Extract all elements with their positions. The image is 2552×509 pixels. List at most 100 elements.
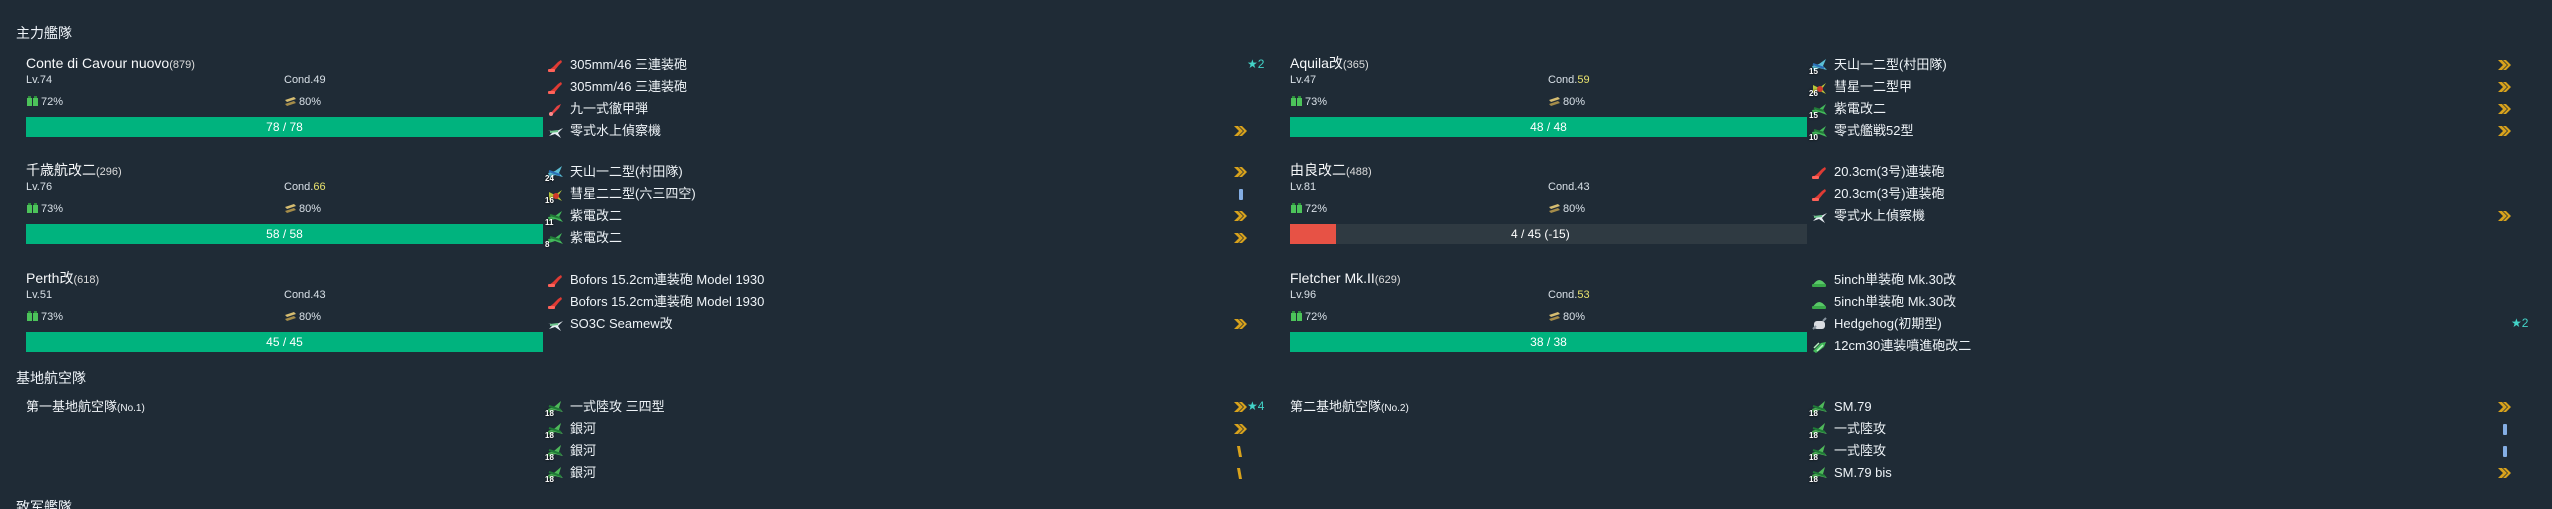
equipment-name: 5inch単装砲 Mk.30改 xyxy=(1834,272,1957,287)
ammo-percentage: 80% xyxy=(1548,310,1585,323)
ammo-value: 80% xyxy=(299,96,322,108)
equipment-name: Bofors 15.2cm連装砲 Model 1930 xyxy=(570,294,765,309)
land-base-title: 基地航空隊 xyxy=(16,370,86,386)
equipment-slot[interactable]: 18 SM.79 bis xyxy=(1809,462,2531,484)
hp-value: 48 / 48 xyxy=(1530,120,1567,134)
ship-card[interactable]: Perth改(618) Lv.51 Cond.43 73% 80% 45 / 4… xyxy=(0,269,1300,365)
hp-value: 4 / 45 (-15) xyxy=(1511,227,1570,241)
equipment-slot[interactable]: 5inch単装砲 Mk.30改 xyxy=(1811,291,2531,313)
equipment-slot[interactable]: Hedgehog(初期型) ★2 xyxy=(1811,313,2531,335)
aircraft-count: 18 xyxy=(545,475,554,484)
air-base-card[interactable]: 第二基地航空隊(No.2) 18 SM.79 18 一式陸攻 18 一式陸攻 1… xyxy=(1264,396,2552,488)
equipment-slot[interactable]: 10 零式艦戦52型 xyxy=(1809,120,2531,142)
fuel-percentage: 73% xyxy=(1290,95,1327,108)
equipment-slot[interactable]: 18 銀河 xyxy=(545,462,1267,484)
fuel-value: 72% xyxy=(41,96,64,108)
equipment-slot[interactable]: 5inch単装砲 Mk.30改 xyxy=(1811,269,2531,291)
equipment-slot[interactable]: Bofors 15.2cm連装砲 Model 1930 xyxy=(547,291,1267,313)
hp-bar: 45 / 45 xyxy=(26,332,543,352)
equipment-slot[interactable]: 20.3cm(3号)連装砲 xyxy=(1811,161,2531,183)
ship-level: Lv.76 xyxy=(26,181,53,193)
ship-level: Lv.74 xyxy=(26,74,53,86)
air-base-name-label: 第二基地航空隊 xyxy=(1290,399,1382,414)
ammo-percentage: 80% xyxy=(284,310,321,323)
ship-name-label: Conte di Cavour nuovo xyxy=(26,55,170,71)
proficiency-icon xyxy=(2496,187,2512,202)
equipment-slot[interactable]: 九一式徹甲弾 xyxy=(547,98,1267,120)
fuel-value: 73% xyxy=(41,203,64,215)
fuel-percentage: 72% xyxy=(1290,310,1327,323)
equipment-slot[interactable]: Bofors 15.2cm連装砲 Model 1930 xyxy=(547,269,1267,291)
hp-value: 38 / 38 xyxy=(1530,335,1567,349)
equipment-slot[interactable]: 12cm30連装噴進砲改二 xyxy=(1811,335,2531,357)
equipment-slot[interactable]: 零式水上偵察機 xyxy=(547,120,1267,142)
condition-label: Cond. xyxy=(284,289,314,301)
equipment-name: 20.3cm(3号)連装砲 xyxy=(1834,164,1945,179)
ship-card[interactable]: 千歳航改二(296) Lv.76 Cond.66 73% 80% 58 / 58… xyxy=(0,161,1300,257)
hp-value: 45 / 45 xyxy=(266,335,303,349)
condition-value: 59 xyxy=(1577,74,1590,86)
proficiency-icon xyxy=(1232,444,1248,459)
ammo-icon xyxy=(1549,312,1560,321)
equipment-slot[interactable]: 15 天山一二型(村田隊) xyxy=(1809,54,2531,76)
equipment-slot[interactable]: 305mm/46 三連装砲 ★2 xyxy=(547,54,1267,76)
condition-label: Cond. xyxy=(1548,74,1578,86)
condition-value: 49 xyxy=(313,74,326,86)
equipment-slot[interactable]: 18 一式陸攻 三四型 ★4 xyxy=(545,396,1267,418)
aircraft-count: 10 xyxy=(1809,133,1818,142)
equipment-slot[interactable]: 11 紫電改二 xyxy=(545,205,1267,227)
air-base-id: (No.1) xyxy=(117,403,145,414)
proficiency-icon xyxy=(2496,339,2512,354)
improvement-level: ★2 xyxy=(2511,316,2529,330)
proficiency-icon xyxy=(2496,466,2512,481)
fuel-value: 73% xyxy=(41,311,64,323)
equipment-list: 15 天山一二型(村田隊) 26 彗星一二型甲 15 紫電改二 10 零式艦戦5… xyxy=(1809,54,2531,142)
equipment-slot[interactable]: 24 天山一二型(村田隊) xyxy=(545,161,1267,183)
ship-name-label: Perth改 xyxy=(26,270,74,286)
equipment-slot[interactable]: 18 一式陸攻 xyxy=(1809,440,2531,462)
hp-value: 58 / 58 xyxy=(266,227,303,241)
condition-value: 53 xyxy=(1577,289,1590,301)
proficiency-icon xyxy=(1232,58,1248,73)
rocket-launcher-icon xyxy=(1811,339,1828,354)
equipment-slot[interactable]: 18 銀河 xyxy=(545,440,1267,462)
ship-card[interactable]: 由良改二(488) Lv.81 Cond.43 72% 80% 4 / 45 (… xyxy=(1264,161,2552,257)
fuel-icon xyxy=(1291,203,1302,213)
equipment-slot[interactable]: 15 紫電改二 xyxy=(1809,98,2531,120)
ship-card[interactable]: Fletcher Mk.II(629) Lv.96 Cond.53 72% 80… xyxy=(1264,269,2552,365)
proficiency-icon xyxy=(1232,400,1248,415)
hp-bar-fill xyxy=(1290,224,1336,244)
ship-condition: Cond.49 xyxy=(284,74,326,86)
equipment-name: Bofors 15.2cm連装砲 Model 1930 xyxy=(570,272,765,287)
fighter-icon xyxy=(547,231,564,246)
equipment-slot[interactable]: 18 銀河 xyxy=(545,418,1267,440)
ship-card[interactable]: Aquila改(365) Lv.47 Cond.59 73% 80% 48 / … xyxy=(1264,54,2552,150)
equipment-slot[interactable]: 8 紫電改二 xyxy=(545,227,1267,249)
equipment-slot[interactable]: 18 SM.79 xyxy=(1809,396,2531,418)
equipment-slot[interactable]: 305mm/46 三連装砲 xyxy=(547,76,1267,98)
proficiency-icon xyxy=(1232,209,1248,224)
escort-fleet-title: 致军艦隊 xyxy=(16,499,72,509)
equipment-slot[interactable]: 16 彗星二二型(六三四空) xyxy=(545,183,1267,205)
equipment-name: SM.79 xyxy=(1834,399,1872,414)
equipment-slot[interactable]: 26 彗星一二型甲 xyxy=(1809,76,2531,98)
ship-id: (879) xyxy=(169,59,195,71)
equipment-name: 零式水上偵察機 xyxy=(1834,208,1926,223)
hp-bar: 78 / 78 xyxy=(26,117,543,137)
red-main-gun-icon xyxy=(547,58,564,73)
air-base-name-label: 第一基地航空隊 xyxy=(26,399,118,414)
equipment-slot[interactable]: 20.3cm(3号)連装砲 xyxy=(1811,183,2531,205)
ship-card[interactable]: Conte di Cavour nuovo(879) Lv.74 Cond.49… xyxy=(0,54,1300,150)
equipment-slot[interactable]: SO3C Seamew改 xyxy=(547,313,1267,335)
fuel-value: 73% xyxy=(1305,96,1328,108)
equipment-name: 305mm/46 三連装砲 xyxy=(570,79,688,94)
air-base-card[interactable]: 第一基地航空隊(No.1) 18 一式陸攻 三四型 ★4 18 銀河 18 銀河… xyxy=(0,396,1300,488)
ammo-value: 80% xyxy=(299,203,322,215)
equipment-name: 銀河 xyxy=(570,421,597,436)
equipment-name: 一式陸攻 xyxy=(1834,443,1887,458)
equipment-slot[interactable]: 18 一式陸攻 xyxy=(1809,418,2531,440)
equipment-slot[interactable]: 零式水上偵察機 xyxy=(1811,205,2531,227)
equipment-name: 12cm30連装噴進砲改二 xyxy=(1834,338,1972,353)
air-base-equipment-list: 18 一式陸攻 三四型 ★4 18 銀河 18 銀河 18 銀河 xyxy=(545,396,1267,484)
ammo-icon xyxy=(285,204,296,213)
